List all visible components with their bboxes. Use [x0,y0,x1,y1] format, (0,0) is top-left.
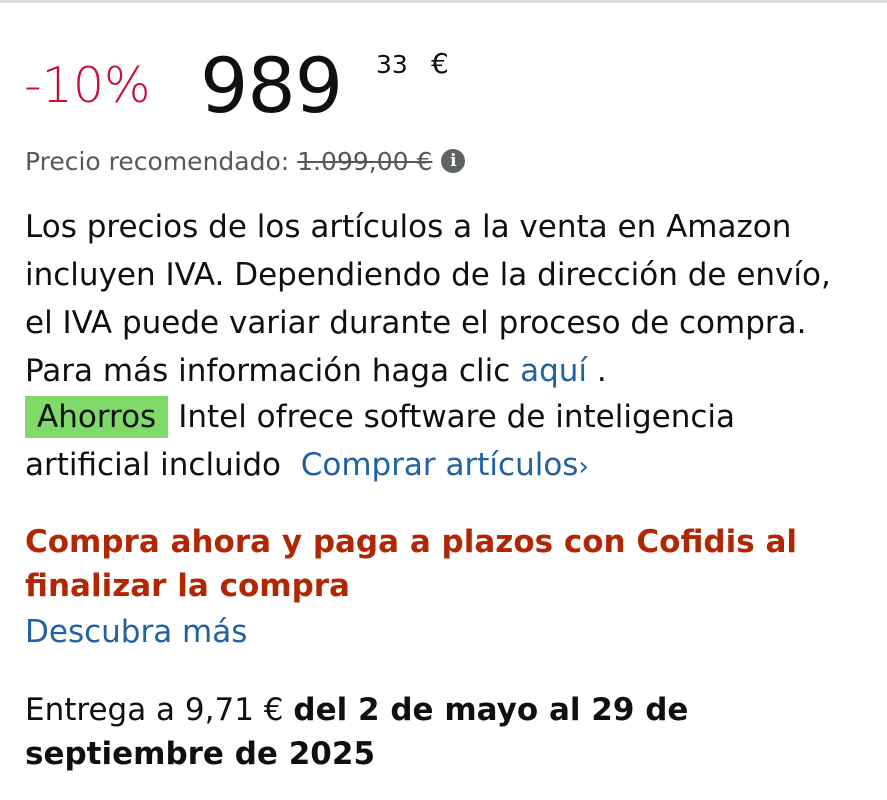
savings-promo: Ahorros Intel ofrece software de intelige… [25,393,865,491]
recommended-price-value: 1.099,00 € [297,146,433,176]
financing-headline: Compra ahora y paga a plazos con Cofidis… [25,524,798,604]
delivery-cost: Entrega a 9,71 € [25,692,284,728]
delivery-info: Entrega a 9,71 € del 2 de mayo al 29 de … [25,688,865,776]
tax-notice-text: Los precios de los artículos a la venta … [25,209,831,389]
learn-more-link[interactable]: Descubra más [25,610,247,654]
savings-badge: Ahorros [25,396,169,438]
price-currency: € [431,47,449,80]
price-fraction: 33 [376,50,408,79]
shop-items-link[interactable]: Comprar artículos› [301,447,589,483]
chevron-right-icon: › [578,452,589,482]
tax-notice: Los precios de los artículos a la venta … [25,203,865,395]
tax-notice-period: . [596,353,607,389]
discount-percentage: -10% [24,57,151,114]
tax-info-link[interactable]: aquí [520,353,587,389]
recommended-price-label: Precio recomendado: [25,146,290,176]
price-whole: 989 [200,41,343,130]
top-divider [0,0,887,3]
info-icon[interactable] [441,149,466,173]
recommended-price: Precio recomendado: 1.099,00 € [25,143,466,179]
shop-items-link-label: Comprar artículos [300,447,579,483]
